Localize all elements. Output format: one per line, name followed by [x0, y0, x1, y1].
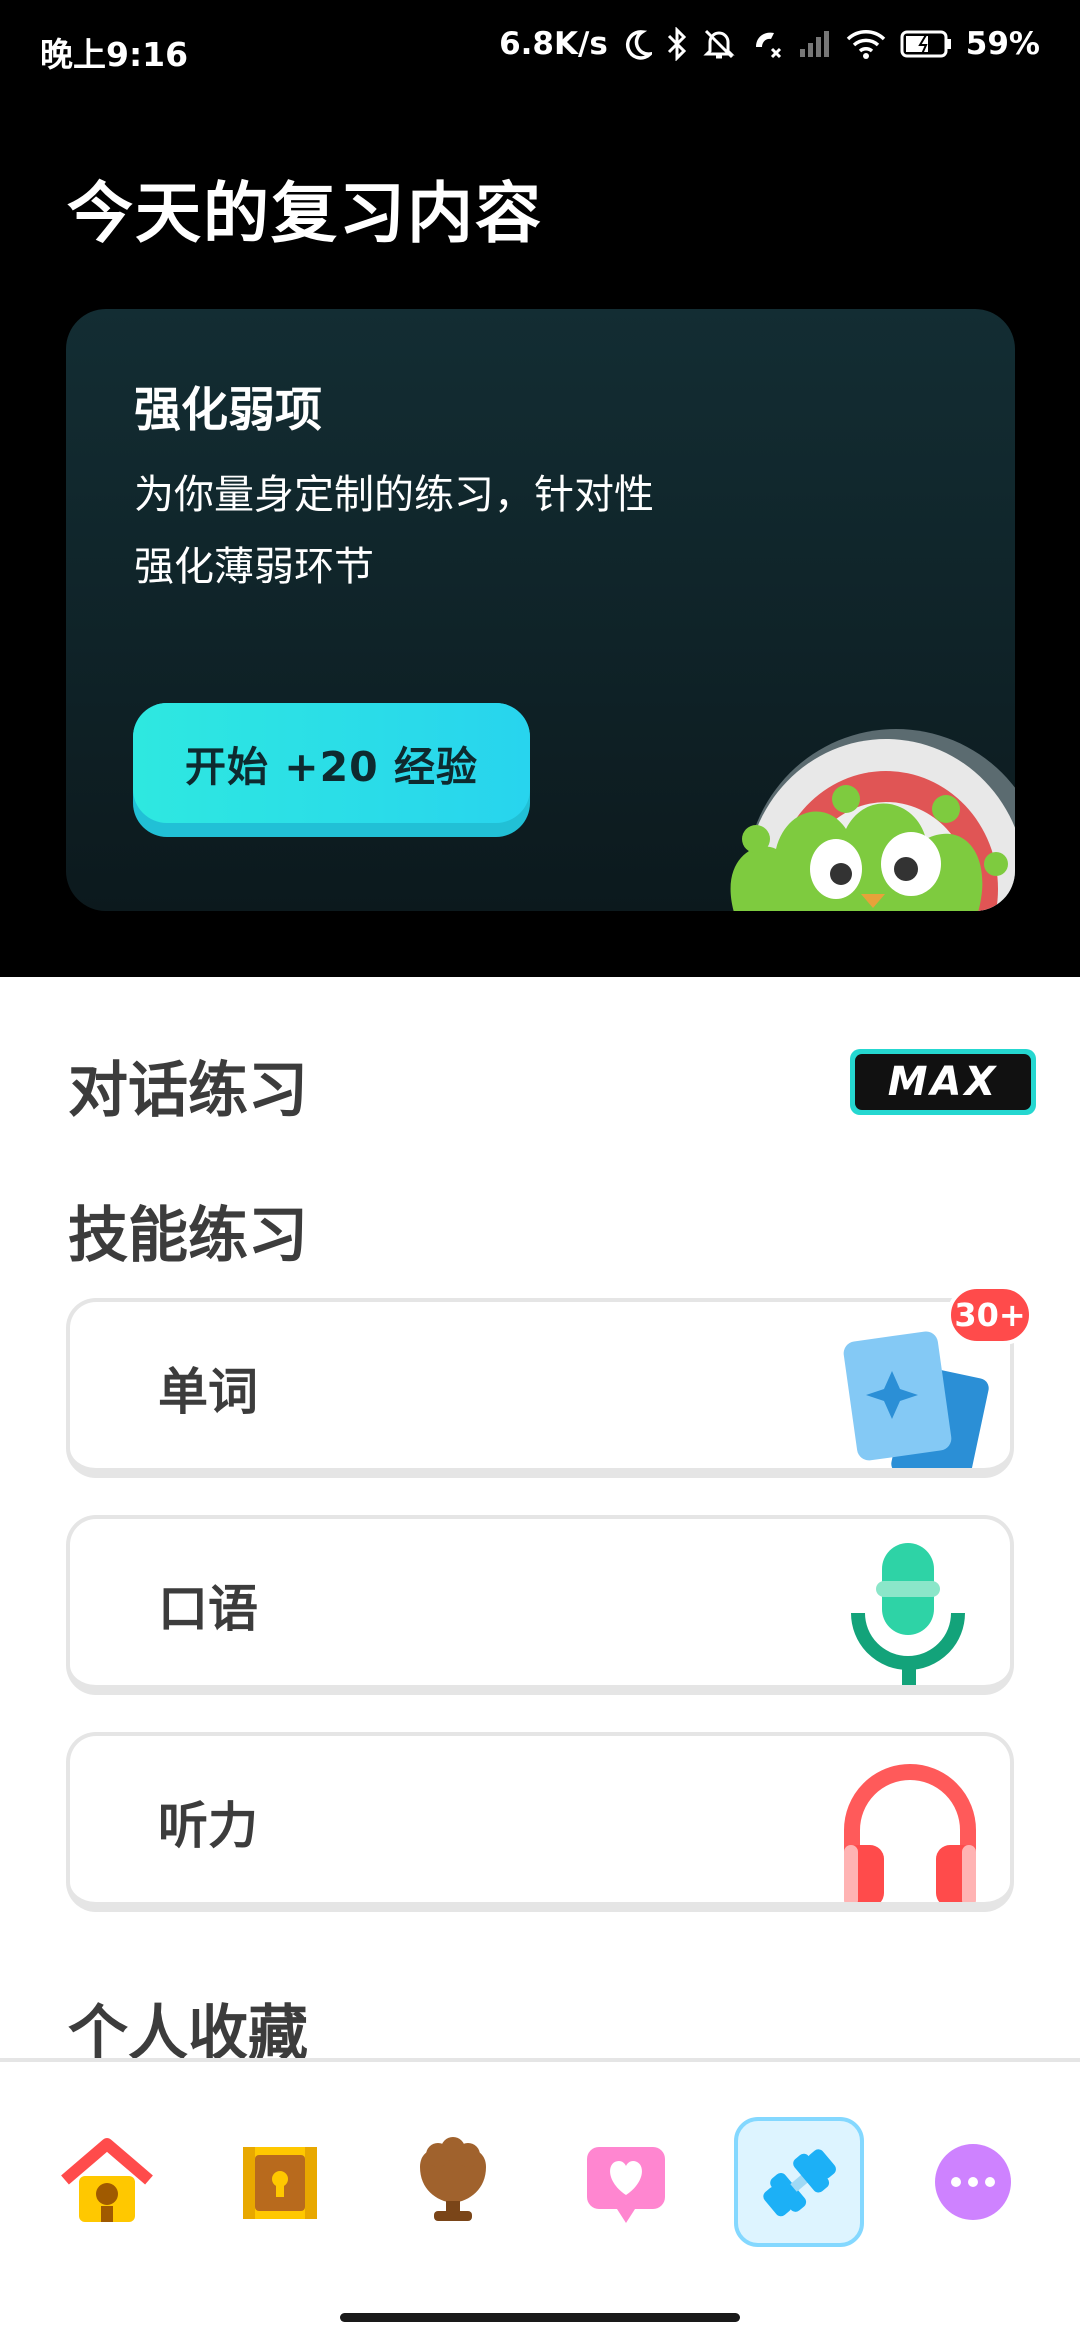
nav-practice[interactable] — [734, 2117, 864, 2247]
max-badge: MAX — [850, 1049, 1036, 1115]
practice-dumbbell-icon — [763, 2149, 836, 2217]
status-time: 晚上9:16 — [40, 35, 189, 74]
vocabulary-count-badge: 30+ — [947, 1285, 1033, 1345]
more-icon — [935, 2144, 1011, 2220]
home-indicator[interactable] — [340, 2313, 740, 2322]
skills-practice-title: 技能练习 — [68, 1201, 308, 1271]
status-icons: 6.8K/s 59% — [499, 26, 1040, 62]
nav-home[interactable] — [42, 2117, 172, 2247]
skill-card-listening[interactable]: 听力 — [66, 1732, 1014, 1912]
skill-label: 单词 — [158, 1363, 258, 1421]
nav-more[interactable] — [908, 2117, 1038, 2247]
review-section: 晚上9:16 6.8K/s 59% 今天的复习内容 强化弱项 为你量身定制的练习… — [0, 0, 1080, 977]
leaderboard-icon — [420, 2137, 486, 2221]
nav-social[interactable] — [561, 2117, 691, 2247]
mute-bell-icon — [703, 29, 735, 59]
max-badge-label: MAX — [855, 1054, 1031, 1110]
skill-card-vocabulary[interactable]: 单词 — [66, 1298, 1014, 1478]
call-forward-icon — [755, 32, 781, 59]
moon-icon — [625, 30, 652, 60]
bluetooth-icon — [667, 27, 686, 61]
skill-card-speaking[interactable]: 口语 — [66, 1515, 1014, 1695]
start-button[interactable]: 开始 +20 经验 — [133, 703, 530, 837]
microphone-icon — [851, 1543, 965, 1685]
skill-label: 听力 — [158, 1797, 258, 1855]
page-title: 今天的复习内容 — [67, 175, 543, 252]
start-button-label: 开始 +20 经验 — [133, 703, 530, 823]
treasure-chest-icon — [243, 2147, 317, 2219]
target-monster-icon — [730, 729, 1015, 911]
network-speed: 6.8K/s — [499, 26, 608, 62]
weak-points-card[interactable]: 强化弱项 为你量身定制的练习，针对性强化薄弱环节 开始 +20 经验 — [66, 309, 1015, 911]
dialogue-practice-title[interactable]: 对话练习 — [68, 1042, 308, 1129]
bottom-nav — [0, 2058, 1080, 2340]
battery-icon — [900, 30, 951, 58]
battery-level: 59% — [965, 26, 1040, 62]
card-description: 为你量身定制的练习，针对性强化薄弱环节 — [134, 472, 654, 590]
heart-message-icon — [587, 2147, 665, 2223]
card-title: 强化弱项 — [134, 383, 322, 438]
nav-leaderboard[interactable] — [388, 2117, 518, 2247]
status-bar: 晚上9:16 6.8K/s 59% — [0, 0, 1080, 100]
skill-label: 口语 — [158, 1580, 258, 1638]
wifi-icon — [846, 30, 886, 59]
headphones-icon — [844, 1764, 976, 1902]
signal-icon — [799, 31, 829, 57]
home-icon — [61, 2138, 153, 2222]
nav-chest[interactable] — [215, 2117, 345, 2247]
